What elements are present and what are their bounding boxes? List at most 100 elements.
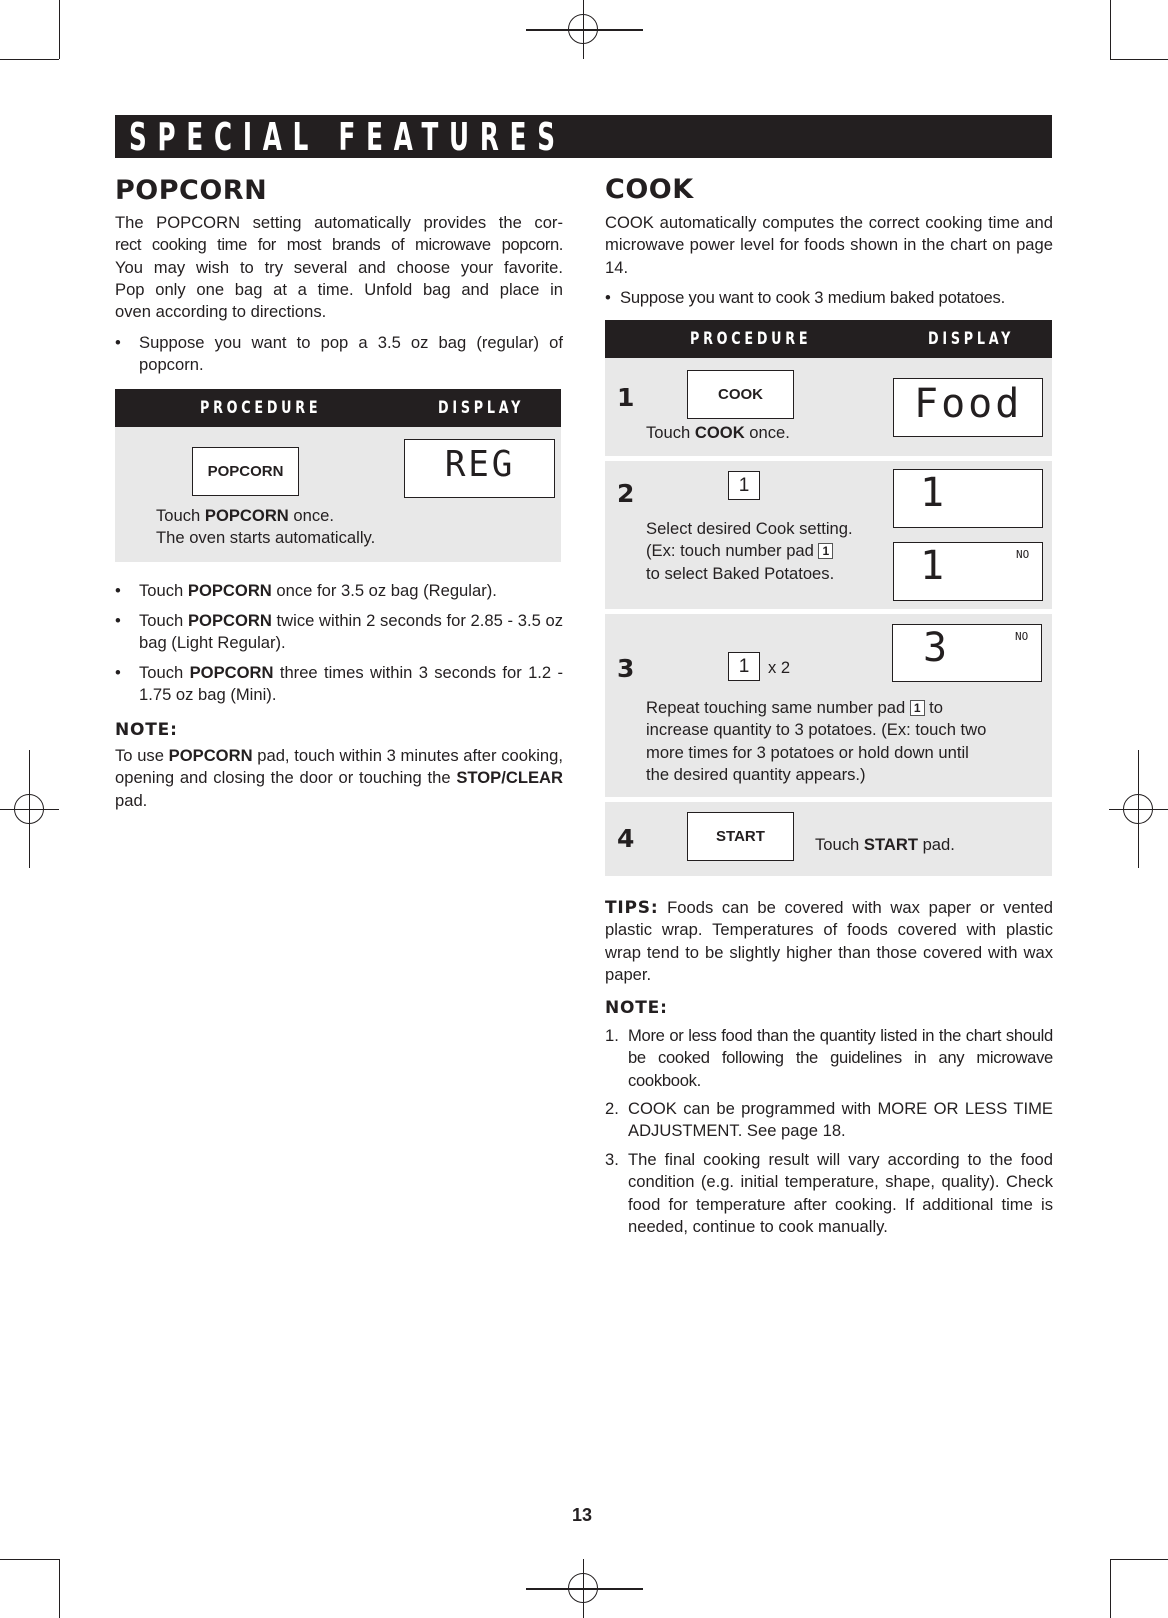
cook-step-3: 3 1 x 2 3 NO Repeat touching same number… bbox=[605, 614, 1052, 797]
item-number: 3. bbox=[605, 1150, 619, 1169]
popcorn-pad-button[interactable]: POPCORN bbox=[192, 447, 299, 496]
popcorn-example: • Suppose you want to pop a 3.5 oz bag (… bbox=[115, 332, 563, 377]
text: to bbox=[924, 698, 943, 717]
cook-step-1: 1 COOK Touch COOK once. Food bbox=[605, 358, 1052, 456]
step-text: Select desired Cook setting. (Ex: touch … bbox=[646, 518, 853, 585]
display-header: DISPLAY bbox=[438, 398, 525, 418]
cook-display-setting-no: 1 NO bbox=[893, 542, 1043, 601]
text: increase quantity to 3 potatoes. (Ex: to… bbox=[646, 720, 987, 740]
cook-note-heading: NOTE: bbox=[605, 998, 668, 1018]
bullet-icon: • bbox=[115, 581, 121, 600]
text-bold: POPCORN bbox=[189, 663, 274, 682]
popcorn-table-body: POPCORN REG Touch POPCORN once. The oven… bbox=[115, 427, 561, 562]
cook-table-header: PROCEDURE DISPLAY bbox=[605, 320, 1052, 358]
text: Select desired Cook setting. bbox=[646, 519, 853, 538]
popcorn-example-line: popcorn. bbox=[139, 355, 204, 375]
cook-step-4: 4 START Touch START pad. bbox=[605, 802, 1052, 876]
procedure-header: PROCEDURE bbox=[690, 329, 812, 349]
text: Touch bbox=[139, 663, 190, 682]
bullet-icon: • bbox=[115, 333, 121, 352]
text: once. bbox=[288, 506, 335, 525]
display-indicator: NO bbox=[1016, 548, 1030, 561]
text: Touch bbox=[139, 611, 188, 630]
cook-pad-button[interactable]: COOK bbox=[687, 370, 794, 419]
text: once. bbox=[744, 423, 790, 442]
bullet-icon: • bbox=[115, 663, 121, 682]
item-number: 2. bbox=[605, 1099, 619, 1118]
display-value: Food bbox=[914, 381, 1023, 427]
text: More or less food than the quantity list… bbox=[628, 1026, 1053, 1090]
step-number: 2 bbox=[617, 479, 635, 508]
text: more times for 3 potatoes or hold down u… bbox=[646, 742, 969, 762]
display-value: REG bbox=[444, 444, 516, 485]
popcorn-bullet: • Touch POPCORN twice within 2 seconds f… bbox=[115, 610, 563, 655]
text: Touch bbox=[815, 835, 864, 854]
step-text: Touch START pad. bbox=[815, 834, 955, 856]
text: pad. bbox=[917, 835, 955, 854]
tips-heading: TIPS: bbox=[605, 898, 659, 918]
text: Touch bbox=[139, 581, 188, 600]
text-bold: COOK bbox=[694, 423, 745, 442]
popcorn-display: REG bbox=[404, 439, 555, 498]
cook-display-food: Food bbox=[893, 378, 1043, 437]
popcorn-bullet: • Touch POPCORN three times within 3 sec… bbox=[115, 662, 563, 707]
popcorn-example-line: Suppose you want to pop a 3.5 oz bag (re… bbox=[139, 333, 563, 352]
popcorn-heading: POPCORN bbox=[115, 175, 268, 206]
display-indicator: NO bbox=[1015, 630, 1029, 643]
text-bold: START bbox=[863, 835, 918, 854]
popcorn-bullet: • Touch POPCORN once for 3.5 oz bag (Reg… bbox=[115, 580, 563, 602]
cook-example: • Suppose you want to cook 3 medium bake… bbox=[605, 287, 1057, 309]
display-header: DISPLAY bbox=[928, 329, 1015, 349]
cook-intro: COOK automatically computes the correct … bbox=[605, 213, 1053, 277]
popcorn-note-text: To use POPCORN pad, touch within 3 minut… bbox=[115, 745, 563, 812]
text: (Ex: touch number pad bbox=[646, 541, 819, 561]
text: to select Baked Potatoes. bbox=[646, 563, 835, 583]
number-pad-1-button[interactable]: 1 bbox=[728, 652, 760, 681]
bullet-icon: • bbox=[605, 288, 611, 307]
step-text: Touch COOK once. bbox=[646, 422, 790, 444]
popcorn-intro-line: You may wish to try several and choose y… bbox=[115, 257, 563, 277]
number-pad-1-button[interactable]: 1 bbox=[728, 471, 760, 500]
cook-display-setting: 1 bbox=[893, 469, 1043, 528]
cook-note-item: 2. COOK can be programmed with MORE OR L… bbox=[605, 1098, 1053, 1143]
banner-title: SPECIAL FEATURES bbox=[129, 115, 566, 159]
text: Suppose you want to cook 3 medium baked … bbox=[620, 288, 1006, 307]
text-bold: POPCORN bbox=[187, 611, 272, 630]
cook-step-2: 2 1 Select desired Cook setting. (Ex: to… bbox=[605, 461, 1052, 609]
popcorn-intro-line: rect cooking time for most brands of mic… bbox=[115, 235, 563, 255]
text-bold: POPCORN bbox=[168, 746, 253, 765]
popcorn-intro-line: Pop only one bag at a time. Unfold bag a… bbox=[115, 279, 563, 299]
text: Repeat touching same number pad bbox=[646, 698, 910, 717]
popcorn-instruction: Touch POPCORN once. The oven starts auto… bbox=[156, 505, 375, 550]
step-number: 3 bbox=[617, 654, 635, 683]
popcorn-table-header: PROCEDURE DISPLAY bbox=[115, 389, 561, 427]
inline-key-1: 1 bbox=[909, 700, 925, 716]
text-bold: STOP/CLEAR bbox=[456, 768, 563, 788]
text: pad. bbox=[115, 790, 148, 810]
bullet-icon: • bbox=[115, 611, 121, 630]
popcorn-intro-line: The POPCORN setting automatically provid… bbox=[115, 213, 563, 232]
section-banner: SPECIAL FEATURES bbox=[115, 115, 1052, 159]
text: The final cooking result will vary accor… bbox=[628, 1150, 1053, 1236]
display-value: 1 bbox=[920, 470, 948, 516]
text-bold: POPCORN bbox=[187, 581, 272, 600]
cook-note-item: 1. More or less food than the quantity l… bbox=[605, 1025, 1053, 1092]
inline-key-1: 1 bbox=[818, 543, 834, 560]
text: Foods can be covered with wax paper or v… bbox=[605, 898, 1053, 984]
multiplier: x 2 bbox=[768, 658, 791, 677]
text-bold: POPCORN bbox=[204, 506, 289, 525]
text: COOK can be programmed with MORE OR LESS… bbox=[628, 1099, 1053, 1141]
cook-note-item: 3. The final cooking result will vary ac… bbox=[605, 1149, 1053, 1238]
cook-tips: TIPS: Foods can be covered with wax pape… bbox=[605, 897, 1053, 986]
popcorn-intro: The POPCORN setting automatically provid… bbox=[115, 212, 563, 323]
procedure-header: PROCEDURE bbox=[200, 398, 322, 418]
text: The oven starts automatically. bbox=[156, 528, 376, 548]
step-text: Repeat touching same number pad 1 to inc… bbox=[646, 697, 986, 786]
cook-heading: COOK bbox=[605, 174, 694, 205]
popcorn-intro-line: oven according to directions. bbox=[115, 302, 327, 322]
start-pad-button[interactable]: START bbox=[687, 812, 794, 861]
text: Touch bbox=[156, 506, 205, 525]
step-number: 1 bbox=[617, 383, 635, 412]
display-value: 1 bbox=[920, 543, 948, 589]
item-number: 1. bbox=[605, 1026, 619, 1045]
